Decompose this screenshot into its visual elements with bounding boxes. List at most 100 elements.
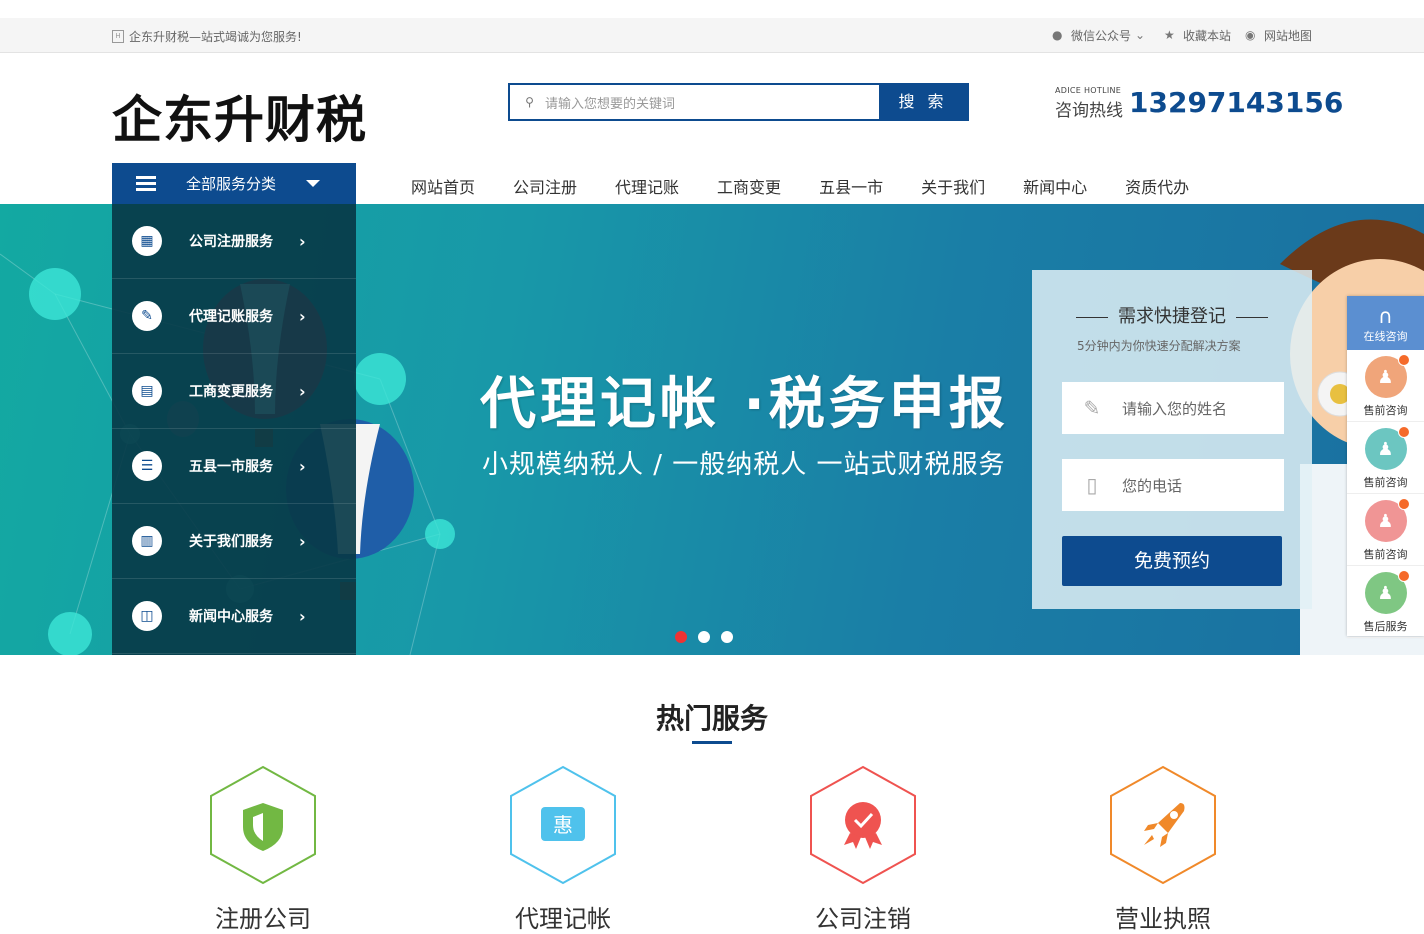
chevron-down-icon: ⌄ <box>1134 28 1146 42</box>
favorite-link[interactable]: ★ 收藏本站 <box>1164 27 1231 44</box>
notification-badge <box>1398 570 1410 582</box>
service-category-menu: ▦ 公司注册服务 › ✎ 代理记账服务 › ▤ 工商变更服务 › ☰ 五县一市服… <box>112 204 356 655</box>
grid-icon: ◫ <box>132 601 162 631</box>
presale-label-1: 售前咨询 <box>1363 404 1408 417</box>
favorite-label: 收藏本站 <box>1182 29 1231 43</box>
edit-icon: ✎ <box>132 301 162 331</box>
star-icon: ★ <box>1163 28 1175 42</box>
document-icon: ▤ <box>132 376 162 406</box>
sidebar-item-company-register[interactable]: ▦ 公司注册服务 › <box>112 204 356 279</box>
category-menu-button[interactable]: 全部服务分类 <box>112 163 356 204</box>
search-input[interactable]: ⚲ 请输入您想要的关键词 <box>510 85 879 119</box>
slider-dot-3[interactable] <box>721 631 733 643</box>
notification-badge <box>1398 354 1410 366</box>
hotline-cn: 咨询热线 <box>1055 101 1123 121</box>
form-title: 需求快捷登记 <box>1032 302 1312 328</box>
sidebar-item-label: 新闻中心服务 <box>189 609 273 625</box>
hotline-number: 13297143156 <box>1129 86 1344 119</box>
main-nav: 网站首页 公司注册 代理记账 工商变更 五县一市 关于我们 新闻中心 资质代办 <box>411 174 1227 198</box>
aftersale-service-button[interactable]: ♟ 售后服务 <box>1347 566 1424 638</box>
name-placeholder: 请输入您的姓名 <box>1122 399 1228 418</box>
banner-title: 代理记帐 ·税务申报 <box>480 372 1009 437</box>
slider-dot-2[interactable] <box>698 631 710 643</box>
site-logo[interactable]: 企东升财税 <box>112 80 367 152</box>
table-icon: ▥ <box>132 526 162 556</box>
document-icon: H <box>112 30 124 43</box>
search-bar: ⚲ 请输入您想要的关键词 搜 索 <box>508 83 969 121</box>
chevron-right-icon: › <box>299 381 306 401</box>
wechat-link[interactable]: ● 微信公众号 ⌄ <box>1052 27 1150 44</box>
welcome-label: 企东升财税—站式竭诚为您服务! <box>129 30 302 44</box>
presale-consult-button-3[interactable]: ♟ 售前咨询 <box>1347 494 1424 566</box>
aftersale-label: 售后服务 <box>1363 620 1408 633</box>
presale-consult-button-2[interactable]: ♟ 售前咨询 <box>1347 422 1424 494</box>
banner-subtitle: 小规模纳税人 / 一般纳税人 一站式财税服务 <box>482 450 1006 480</box>
title-underline <box>692 741 732 744</box>
name-field[interactable]: ✎ 请输入您的姓名 <box>1062 382 1284 434</box>
service-register-company[interactable]: 注册公司 <box>208 765 318 934</box>
top-links: ● 微信公众号 ⌄ ★ 收藏本站 ◉ 网站地图 <box>1052 27 1312 44</box>
chevron-right-icon: › <box>299 531 306 551</box>
globe-icon: ◉ <box>1244 28 1256 42</box>
slider-dots <box>675 631 733 643</box>
sidebar-item-counties[interactable]: ☰ 五县一市服务 › <box>112 429 356 504</box>
presale-label-2: 售前咨询 <box>1363 476 1408 489</box>
welcome-text: H 企东升财税—站式竭诚为您服务! <box>112 28 302 45</box>
sidebar-item-news[interactable]: ◫ 新闻中心服务 › <box>112 579 356 654</box>
online-consult-label: 在线咨询 <box>1363 330 1408 343</box>
service-label: 公司注销 <box>815 905 911 933</box>
chevron-right-icon: › <box>299 306 306 326</box>
headset-icon: ∩ <box>1378 304 1393 328</box>
nav-item-business-change[interactable]: 工商变更 <box>717 174 781 198</box>
service-label: 代理记帐 <box>515 905 611 933</box>
presale-consult-button-1[interactable]: ♟ 售前咨询 <box>1347 350 1424 422</box>
nav-item-news[interactable]: 新闻中心 <box>1023 174 1087 198</box>
service-bookkeeping[interactable]: 惠 代理记帐 <box>508 765 618 934</box>
phone-placeholder: 您的电话 <box>1122 476 1183 495</box>
search-placeholder: 请输入您想要的关键词 <box>545 96 676 112</box>
presale-label-3: 售前咨询 <box>1363 548 1408 561</box>
slider-dot-1[interactable] <box>675 631 687 643</box>
top-bar: H 企东升财税—站式竭诚为您服务! ● 微信公众号 ⌄ ★ 收藏本站 ◉ 网站地图 <box>0 18 1424 53</box>
nav-item-company-register[interactable]: 公司注册 <box>513 174 577 198</box>
sidebar-item-label: 代理记账服务 <box>189 309 273 325</box>
quick-register-form: 需求快捷登记 5分钟内为你快速分配解决方案 ✎ 请输入您的姓名 ▯ 您的电话 免… <box>1032 270 1312 609</box>
coupon-glyph: 惠 <box>553 813 573 837</box>
service-label: 注册公司 <box>215 905 311 933</box>
edit-icon: ✎ <box>1083 396 1101 420</box>
phone-icon: ▯ <box>1086 473 1098 497</box>
category-label: 全部服务分类 <box>186 175 277 193</box>
notification-badge <box>1398 426 1410 438</box>
floating-consult-panel: ∩ 在线咨询 ♟ 售前咨询 ♟ 售前咨询 ♟ 售前咨询 ♟ 售后服务 <box>1347 296 1424 638</box>
hot-services-title: 热门服务 <box>655 702 768 735</box>
search-icon: ⚲ <box>525 94 534 109</box>
nav-item-qualification[interactable]: 资质代办 <box>1125 174 1189 198</box>
sitemap-link[interactable]: ◉ 网站地图 <box>1245 27 1312 44</box>
badge-icon <box>810 765 916 885</box>
chevron-right-icon: › <box>299 606 306 626</box>
nav-item-home[interactable]: 网站首页 <box>411 174 475 198</box>
sidebar-item-business-change[interactable]: ▤ 工商变更服务 › <box>112 354 356 429</box>
service-company-cancel[interactable]: 公司注销 <box>808 765 918 934</box>
service-label: 营业执照 <box>1115 905 1211 933</box>
sidebar-item-label: 五县一市服务 <box>189 459 273 475</box>
submit-button[interactable]: 免费预约 <box>1062 536 1282 586</box>
nav-item-counties[interactable]: 五县一市 <box>819 174 883 198</box>
nav-item-about[interactable]: 关于我们 <box>921 174 985 198</box>
search-button[interactable]: 搜 索 <box>879 85 967 119</box>
shield-icon <box>210 765 316 885</box>
service-business-license[interactable]: 营业执照 <box>1108 765 1218 934</box>
notification-badge <box>1398 498 1410 510</box>
sidebar-item-about[interactable]: ▥ 关于我们服务 › <box>112 504 356 579</box>
menu-icon <box>136 173 156 194</box>
online-consult-button[interactable]: ∩ 在线咨询 <box>1347 296 1424 350</box>
wechat-label: 微信公众号 <box>1070 29 1131 43</box>
sidebar-item-bookkeeping[interactable]: ✎ 代理记账服务 › <box>112 279 356 354</box>
coupon-icon: 惠 <box>510 765 616 885</box>
rocket-icon <box>1110 765 1216 885</box>
sidebar-item-label: 工商变更服务 <box>189 384 273 400</box>
phone-field[interactable]: ▯ 您的电话 <box>1062 459 1284 511</box>
hotline: ADICE HOTLINE 咨询热线 13297143156 <box>1055 86 1343 121</box>
nav-item-bookkeeping[interactable]: 代理记账 <box>615 174 679 198</box>
sidebar-item-label: 公司注册服务 <box>189 234 273 250</box>
